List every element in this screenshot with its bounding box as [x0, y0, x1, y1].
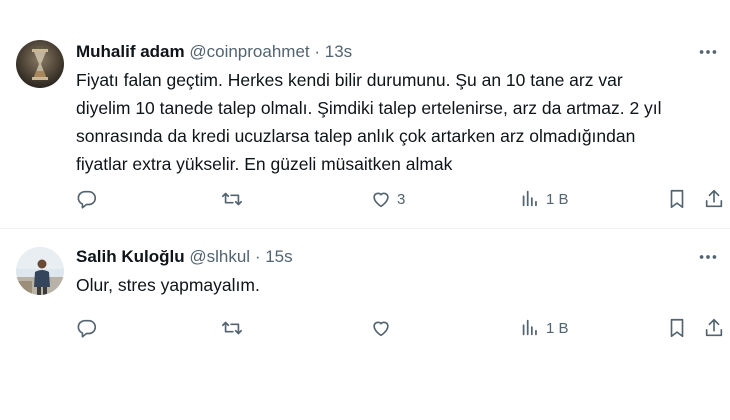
timestamp[interactable]: 15s — [265, 247, 292, 266]
tweet-content: Salih Kuloğlu @slhkul · 15s Olur, stres … — [0, 228, 730, 420]
views-button[interactable]: 1 B — [519, 316, 569, 340]
separator-dot: · — [254, 247, 261, 266]
views-count: 1 B — [546, 319, 569, 337]
share-button[interactable] — [703, 187, 725, 211]
retweet-icon — [222, 321, 242, 335]
reply-button[interactable] — [76, 187, 98, 211]
like-icon — [373, 321, 389, 337]
tweet-text-line: Olur, stres yapmayalım. — [76, 275, 260, 295]
separator-dot: · — [314, 42, 321, 61]
views-count: 1 B — [546, 190, 569, 208]
tweet-text-line: sonrasında da kredi ucuzlarsa talep anlı… — [76, 126, 636, 146]
retweet-icon — [222, 192, 242, 206]
tweet-header: Muhalif adam @coinproahmet · 13s — [76, 41, 670, 63]
more-options-button[interactable] — [694, 246, 722, 268]
reply-icon — [77, 190, 97, 209]
reply-button[interactable] — [76, 316, 98, 340]
more-options-button[interactable] — [694, 41, 722, 63]
tweet-text-line: Fiyatı falan geçtim. Herkes kendi bilir … — [76, 70, 623, 90]
like-button[interactable] — [370, 316, 392, 340]
action-bar: 3 1 B — [76, 187, 725, 211]
tweet[interactable]: Muhalif adam @coinproahmet · 13s Fiyatı … — [0, 0, 730, 228]
tweet-header: Salih Kuloğlu @slhkul · 15s — [76, 246, 293, 268]
bookmark-button[interactable] — [666, 187, 688, 211]
like-icon — [373, 192, 389, 208]
bookmark-icon — [670, 189, 684, 209]
tweet-text-line: fiyatlar extra yükselir. En güzeli müsai… — [76, 154, 453, 174]
author-handle[interactable]: @coinproahmet — [189, 42, 309, 61]
views-button[interactable]: 1 B — [519, 187, 569, 211]
hourglass-avatar-icon — [16, 40, 64, 88]
like-count: 3 — [397, 190, 406, 208]
bookmark-icon — [670, 318, 684, 338]
avatar[interactable] — [16, 40, 64, 88]
author-name[interactable]: Muhalif adam — [76, 42, 185, 61]
more-icon — [699, 255, 717, 259]
timestamp[interactable]: 13s — [325, 42, 352, 61]
tweet-text: Fiyatı falan geçtim. Herkes kendi bilir … — [76, 66, 706, 178]
views-icon — [522, 190, 537, 207]
bookmark-button[interactable] — [666, 316, 688, 340]
action-bar: 1 B — [76, 316, 725, 340]
more-icon — [699, 50, 717, 54]
views-icon — [522, 319, 537, 336]
author-name[interactable]: Salih Kuloğlu — [76, 247, 185, 266]
share-button[interactable] — [703, 316, 725, 340]
author-handle[interactable]: @slhkul — [189, 247, 250, 266]
tweet-text: Olur, stres yapmayalım. — [76, 271, 260, 299]
like-button[interactable]: 3 — [370, 187, 405, 211]
share-icon — [705, 318, 723, 337]
tweet-text-line: diyelim 10 tanede talep olmalı. Şimdiki … — [76, 98, 662, 118]
retweet-button[interactable] — [221, 187, 243, 211]
share-icon — [705, 189, 723, 208]
retweet-button[interactable] — [221, 316, 243, 340]
reply-icon — [77, 319, 97, 338]
